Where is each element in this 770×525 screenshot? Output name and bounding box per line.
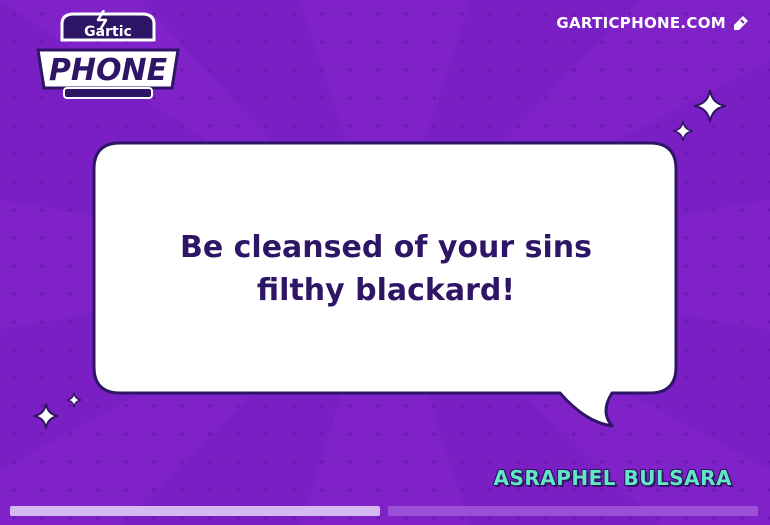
logo-bottom-text: PHONE [49, 53, 168, 88]
sparkle-icon [693, 89, 727, 123]
progress-segment-done [10, 506, 380, 516]
progress-bar [10, 506, 758, 516]
author-name: ASRAPHEL BULSARA [493, 466, 732, 490]
edit-pencil-icon [732, 14, 750, 32]
site-link[interactable]: GARTICPHONE.COM [556, 14, 750, 32]
message-text: Be cleansed of your sins filthy blackard… [179, 230, 593, 308]
sparkle-icon [66, 392, 82, 408]
sparkle-icon [33, 403, 59, 429]
logo-top-text: Gartic [84, 24, 132, 40]
site-link-label: GARTICPHONE.COM [556, 14, 726, 32]
progress-segment-todo [388, 506, 758, 516]
message-box: Be cleansed of your sins filthy blackard… [96, 145, 676, 393]
sparkle-icon [673, 121, 693, 141]
gartic-phone-logo: Gartic PHONE [36, 10, 180, 99]
